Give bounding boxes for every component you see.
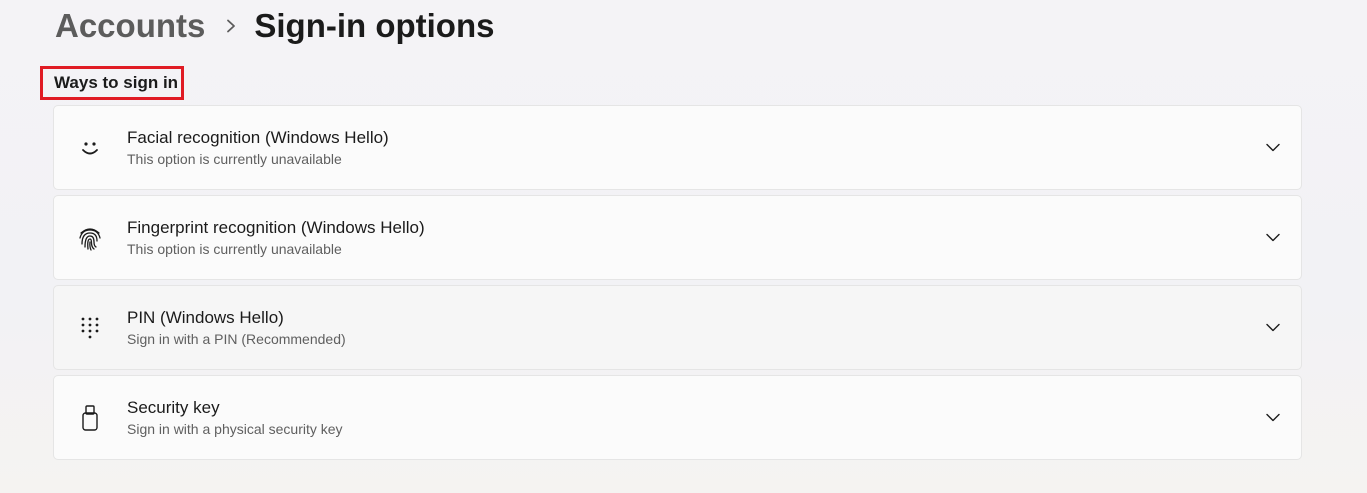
section-title: Ways to sign in: [54, 73, 179, 92]
option-title: PIN (Windows Hello): [127, 307, 284, 327]
chevron-down-icon[interactable]: [1265, 410, 1281, 426]
breadcrumb: Accounts Sign-in options: [55, 4, 494, 48]
chevron-down-icon[interactable]: [1265, 230, 1281, 246]
option-pin[interactable]: PIN (Windows Hello) Sign in with a PIN (…: [53, 285, 1302, 370]
option-fingerprint-recognition[interactable]: Fingerprint recognition (Windows Hello) …: [53, 195, 1302, 280]
option-title: Facial recognition (Windows Hello): [127, 127, 389, 147]
option-subtitle: This option is currently unavailable: [127, 150, 342, 167]
option-subtitle: This option is currently unavailable: [127, 240, 342, 257]
keypad-icon: [75, 313, 105, 343]
option-subtitle: Sign in with a PIN (Recommended): [127, 330, 346, 347]
chevron-down-icon[interactable]: [1265, 320, 1281, 336]
option-subtitle: Sign in with a physical security key: [127, 420, 343, 437]
fingerprint-icon: [75, 223, 105, 253]
option-text: PIN (Windows Hello) Sign in with a PIN (…: [127, 307, 346, 349]
page-title: Sign-in options: [254, 7, 495, 44]
smile-face-icon: [75, 133, 105, 163]
option-text: Security key Sign in with a physical sec…: [127, 397, 343, 439]
option-text: Facial recognition (Windows Hello) This …: [127, 127, 389, 169]
option-title: Fingerprint recognition (Windows Hello): [127, 217, 425, 237]
section-header-ways-to-sign-in: Ways to sign in: [40, 66, 184, 100]
breadcrumb-chevron-right-icon: [226, 19, 236, 33]
chevron-down-icon[interactable]: [1265, 140, 1281, 156]
option-text: Fingerprint recognition (Windows Hello) …: [127, 217, 425, 259]
option-title: Security key: [127, 397, 220, 417]
settings-page: Accounts Sign-in options Ways to sign in…: [0, 0, 1367, 493]
breadcrumb-accounts-link[interactable]: Accounts: [55, 7, 205, 45]
option-facial-recognition[interactable]: Facial recognition (Windows Hello) This …: [53, 105, 1302, 190]
option-security-key[interactable]: Security key Sign in with a physical sec…: [53, 375, 1302, 460]
usb-key-icon: [75, 403, 105, 433]
